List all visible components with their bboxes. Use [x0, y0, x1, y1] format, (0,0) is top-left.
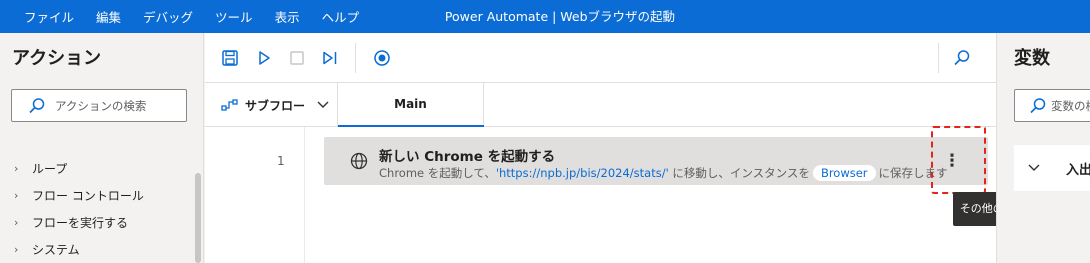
actions-scrollbar[interactable]	[195, 173, 201, 263]
line-number: 1	[277, 154, 285, 168]
actions-search-placeholder: アクションの検索	[55, 99, 147, 113]
menu-view[interactable]: 表示	[275, 7, 300, 26]
flow-designer: サブフロー Main 1 新しい Chrome を起動する Chrome を起動…	[205, 33, 1065, 263]
globe-icon	[350, 152, 368, 170]
run-next-action-button[interactable]	[319, 47, 341, 69]
find-button[interactable]	[951, 47, 973, 69]
active-tab-indicator	[338, 125, 484, 127]
menu-debug[interactable]: デバッグ	[143, 7, 193, 26]
tree-item-system[interactable]: › システム	[14, 236, 144, 263]
chevron-right-icon: ›	[14, 162, 19, 175]
save-icon	[222, 50, 238, 66]
action-title: 新しい Chrome を起動する	[379, 149, 556, 165]
tab-main-label: Main	[394, 97, 427, 111]
action-description: Chrome を起動して、'https://npb.jp/bis/2024/st…	[379, 165, 948, 181]
menu-bar: ファイル 編集 デバッグ ツール 表示 ヘルプ	[24, 0, 381, 33]
menu-help[interactable]: ヘルプ	[322, 7, 360, 26]
tree-item-flow-control[interactable]: › フロー コントロール	[14, 182, 144, 209]
tree-item-label: フロー コントロール	[32, 189, 144, 203]
menu-file[interactable]: ファイル	[24, 7, 74, 26]
action-row-launch-chrome[interactable]: 新しい Chrome を起動する Chrome を起動して、'https://n…	[324, 137, 988, 185]
line-gutter: 1	[205, 127, 305, 263]
actions-panel-title: アクション	[12, 48, 102, 69]
action-desc-middle: に移動し、インスタンスを	[668, 166, 810, 180]
variables-panel-title: 変数	[1014, 48, 1050, 69]
io-variables-section[interactable]: 入出	[1014, 145, 1090, 191]
tab-main[interactable]: Main	[338, 83, 484, 127]
run-button[interactable]	[253, 47, 275, 69]
search-icon	[29, 98, 45, 114]
chevron-down-icon	[317, 101, 329, 108]
variables-panel: 変数 変数の検 入出	[996, 33, 1090, 263]
variables-search-placeholder: 変数の検	[1051, 99, 1090, 113]
subflow-label: サブフロー	[245, 98, 306, 113]
menu-edit[interactable]: 編集	[96, 7, 121, 26]
record-icon	[374, 50, 390, 66]
chevron-right-icon: ›	[14, 189, 19, 202]
chevron-down-icon	[1028, 164, 1040, 171]
tree-item-label: ループ	[32, 162, 68, 176]
io-variables-label: 入出	[1066, 163, 1090, 178]
designer-toolbar	[205, 33, 996, 83]
menu-tools[interactable]: ツール	[215, 7, 253, 26]
tree-item-loop[interactable]: › ループ	[14, 155, 144, 182]
recorder-button[interactable]	[371, 47, 393, 69]
search-icon	[954, 50, 970, 66]
chevron-right-icon: ›	[14, 216, 19, 229]
stop-icon	[290, 51, 304, 65]
search-icon	[1030, 98, 1046, 114]
toolbar-divider	[355, 43, 356, 73]
step-icon	[323, 51, 337, 65]
subflow-tabs: サブフロー Main	[205, 83, 996, 127]
subflow-dropdown[interactable]: サブフロー	[221, 83, 329, 127]
save-button[interactable]	[219, 47, 241, 69]
tree-item-run-flow[interactable]: › フローを実行する	[14, 209, 144, 236]
highlight-annotation	[931, 126, 986, 194]
action-url: 'https://npb.jp/bis/2024/stats/'	[495, 166, 669, 180]
actions-tree: › ループ › フロー コントロール › フローを実行する › システム	[14, 155, 144, 263]
subflow-icon	[221, 99, 238, 111]
toolbar-divider	[938, 43, 939, 73]
actions-search-input[interactable]: アクションの検索	[11, 89, 187, 122]
variable-badge[interactable]: Browser	[812, 165, 876, 181]
action-desc-prefix: Chrome を起動して、	[379, 166, 496, 180]
tree-item-label: フローを実行する	[32, 216, 129, 230]
stop-button[interactable]	[286, 47, 308, 69]
actions-panel: アクション アクションの検索 › ループ › フロー コントロール › フローを実行す…	[0, 33, 204, 263]
tree-item-label: システム	[32, 243, 80, 257]
title-bar: Power Automate | Webブラウザの起動 ファイル 編集 デバッグ…	[0, 0, 1090, 33]
chevron-right-icon: ›	[14, 243, 19, 256]
variables-search-input[interactable]: 変数の検	[1014, 89, 1090, 122]
play-icon	[259, 51, 270, 65]
